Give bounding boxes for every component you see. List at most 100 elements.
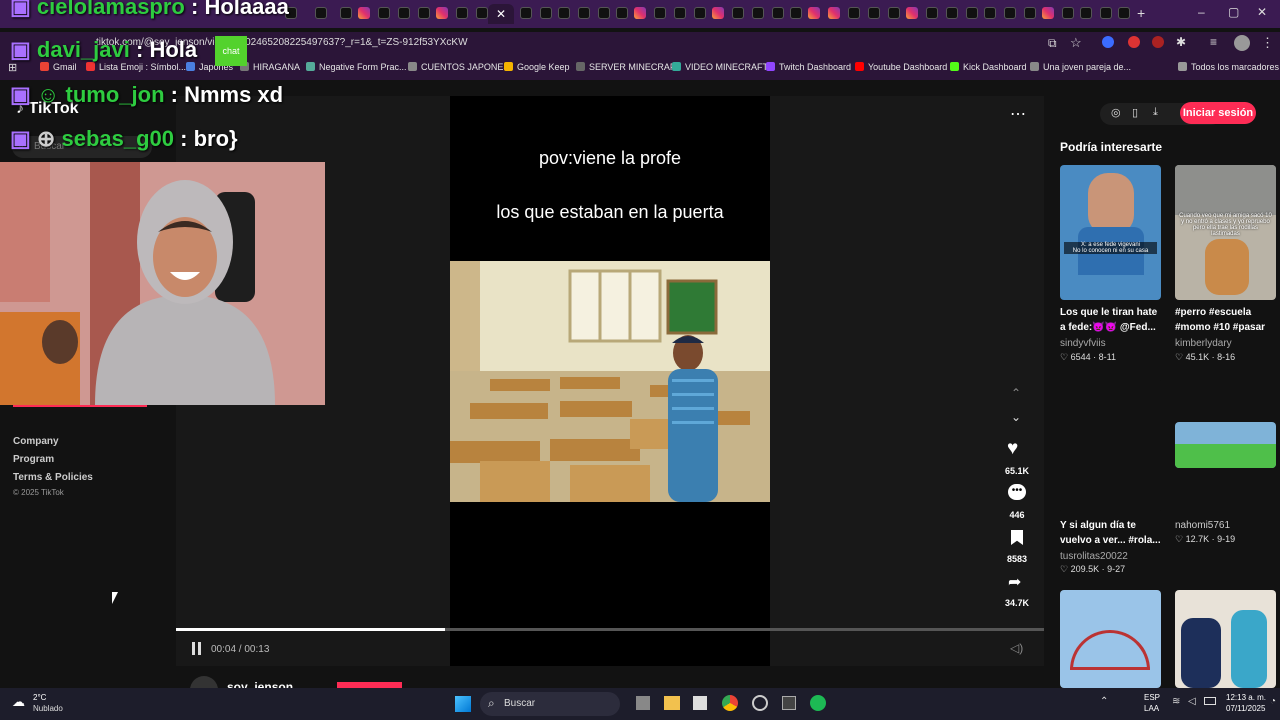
- recommended-video-user[interactable]: nahomi5761: [1175, 520, 1230, 531]
- instagram-tab-icon[interactable]: [712, 7, 724, 19]
- input-language[interactable]: ESP: [1144, 693, 1160, 702]
- instagram-tab-icon[interactable]: [828, 7, 840, 19]
- tiktok-tab-icon[interactable]: [315, 7, 327, 19]
- input-layout[interactable]: LAA: [1144, 704, 1159, 713]
- tiktok-tab-icon[interactable]: [520, 7, 532, 19]
- recommended-video-thumbnail[interactable]: Cuando veo que mi amiga sacó 10 y no ent…: [1175, 165, 1276, 300]
- bookmark-item[interactable]: SERVER MINECRAFT: [576, 62, 681, 72]
- bookmark-item[interactable]: Lista Emoji : Símbol...: [86, 62, 186, 72]
- instagram-tab-icon[interactable]: [634, 7, 646, 19]
- minimize-window-button[interactable]: –: [1198, 5, 1205, 19]
- tiktok-tab-icon[interactable]: [540, 7, 552, 19]
- tiktok-tab-icon[interactable]: [868, 7, 880, 19]
- tiktok-tab-icon[interactable]: [848, 7, 860, 19]
- volume-icon[interactable]: ◁): [1010, 641, 1023, 655]
- new-tab-button[interactable]: +: [1137, 5, 1145, 21]
- tiktok-tab-icon[interactable]: [1080, 7, 1092, 19]
- device-icon[interactable]: ▯: [1132, 106, 1138, 119]
- footer-link-company[interactable]: Company: [13, 436, 59, 447]
- tiktok-tab-icon[interactable]: [674, 7, 686, 19]
- task-view-icon[interactable]: [636, 696, 650, 710]
- recommended-video-thumbnail[interactable]: [1060, 378, 1161, 513]
- bookmark-star-icon[interactable]: ☆: [1070, 35, 1082, 51]
- close-window-button[interactable]: ✕: [1257, 5, 1267, 19]
- speaker-icon[interactable]: ◁: [1188, 696, 1196, 707]
- obs-icon[interactable]: [752, 695, 768, 711]
- bookmark-item[interactable]: Todos los marcadores: [1178, 62, 1279, 72]
- tiktok-tab-icon[interactable]: [694, 7, 706, 19]
- bookmark-item[interactable]: Gmail: [40, 62, 77, 72]
- pause-icon[interactable]: [192, 642, 195, 655]
- extension-icon[interactable]: [1128, 36, 1140, 48]
- tiktok-tab-icon[interactable]: [752, 7, 764, 19]
- tiktok-tab-icon[interactable]: [616, 7, 628, 19]
- recommended-video-title[interactable]: Los que le tiran hate a fede:👿👿 @Fed...: [1060, 305, 1164, 335]
- instagram-tab-icon[interactable]: [1042, 7, 1054, 19]
- file-explorer-icon[interactable]: [664, 696, 680, 710]
- tiktok-tab-icon[interactable]: [598, 7, 610, 19]
- recommended-video-thumbnail[interactable]: [1175, 590, 1276, 688]
- tiktok-tab-icon[interactable]: [398, 7, 410, 19]
- tiktok-tab-icon[interactable]: [578, 7, 590, 19]
- instagram-tab-icon[interactable]: [906, 7, 918, 19]
- recommended-video-user[interactable]: tusrolitas20022: [1060, 551, 1128, 562]
- login-button[interactable]: Iniciar sesión: [1180, 102, 1256, 124]
- chrome-icon[interactable]: [722, 695, 738, 711]
- tiktok-tab-icon[interactable]: [1024, 7, 1036, 19]
- tiktok-tab-icon[interactable]: [946, 7, 958, 19]
- footer-link-program[interactable]: Program: [13, 454, 54, 465]
- extension-icon[interactable]: [1152, 36, 1164, 48]
- active-tab-close-icon[interactable]: ✕: [488, 4, 514, 24]
- comment-icon[interactable]: •••: [1008, 484, 1026, 500]
- tiktok-tab-icon[interactable]: [1062, 7, 1074, 19]
- weather-temperature[interactable]: 2°C: [33, 693, 46, 702]
- pause-icon[interactable]: [198, 642, 201, 655]
- like-heart-icon[interactable]: ♥: [1007, 438, 1018, 460]
- browser-menu-icon[interactable]: ⋮: [1261, 35, 1274, 51]
- wifi-icon[interactable]: ≋: [1172, 696, 1180, 707]
- video-progress-fill[interactable]: [176, 628, 445, 631]
- bookmark-item[interactable]: HIRAGANA: [240, 62, 300, 72]
- coins-icon[interactable]: ◎: [1111, 106, 1121, 119]
- recommended-video-thumbnail[interactable]: [1175, 422, 1276, 468]
- tiktok-tab-icon[interactable]: [340, 7, 352, 19]
- recommended-video-user[interactable]: sindyvfviis: [1060, 338, 1106, 349]
- tiktok-tab-icon[interactable]: [654, 7, 666, 19]
- store-icon[interactable]: [693, 696, 707, 710]
- notifications-icon[interactable]: ◔: [1270, 696, 1276, 707]
- bookmark-item[interactable]: Youtube Dashboard: [855, 62, 947, 72]
- tiktok-tab-icon[interactable]: [984, 7, 996, 19]
- recommended-video-title[interactable]: Y si algun día te vuelvo a ver... #rola.…: [1060, 518, 1164, 548]
- recommended-video-title[interactable]: #perro #escuela #momo #10 #pasar: [1175, 305, 1279, 335]
- extensions-puzzle-icon[interactable]: ✱: [1176, 35, 1186, 49]
- instagram-tab-icon[interactable]: [808, 7, 820, 19]
- app-icon[interactable]: [782, 696, 796, 710]
- more-options-icon[interactable]: ⋯: [1010, 104, 1026, 124]
- extension-icon[interactable]: [1102, 36, 1114, 48]
- tiktok-tab-icon[interactable]: [772, 7, 784, 19]
- recommended-video-thumbnail[interactable]: [1060, 590, 1161, 688]
- share-arrow-icon[interactable]: ➦: [1008, 572, 1021, 592]
- tiktok-tab-icon[interactable]: [1004, 7, 1016, 19]
- footer-link-terms[interactable]: Terms & Policies: [13, 472, 93, 483]
- profile-avatar[interactable]: [1234, 35, 1250, 51]
- tiktok-tab-icon[interactable]: [476, 7, 488, 19]
- tiktok-tab-icon[interactable]: [966, 7, 978, 19]
- instagram-tab-icon[interactable]: [436, 7, 448, 19]
- tiktok-tab-icon[interactable]: [456, 7, 468, 19]
- tiktok-tab-icon[interactable]: [418, 7, 430, 19]
- bookmark-item[interactable]: Una joven pareja de...: [1030, 62, 1131, 72]
- download-icon[interactable]: ⤓: [1153, 106, 1158, 119]
- weather-condition[interactable]: Nublado: [33, 704, 63, 713]
- instagram-tab-icon[interactable]: [358, 7, 370, 19]
- next-video-button[interactable]: ⌄: [1011, 410, 1021, 424]
- author-username[interactable]: soy_jenson: [227, 680, 293, 688]
- hidden-icons-chevron[interactable]: ⌃: [1100, 696, 1108, 707]
- maximize-window-button[interactable]: ▢: [1228, 5, 1239, 19]
- recommended-video-user[interactable]: kimberlydary: [1175, 338, 1232, 349]
- bookmark-item[interactable]: VIDEO MINECRAFT: [672, 62, 768, 72]
- bookmark-item[interactable]: Negative Form Prac...: [306, 62, 407, 72]
- spotify-icon[interactable]: [810, 695, 826, 711]
- tiktok-tab-icon[interactable]: [558, 7, 570, 19]
- tiktok-tab-icon[interactable]: [378, 7, 390, 19]
